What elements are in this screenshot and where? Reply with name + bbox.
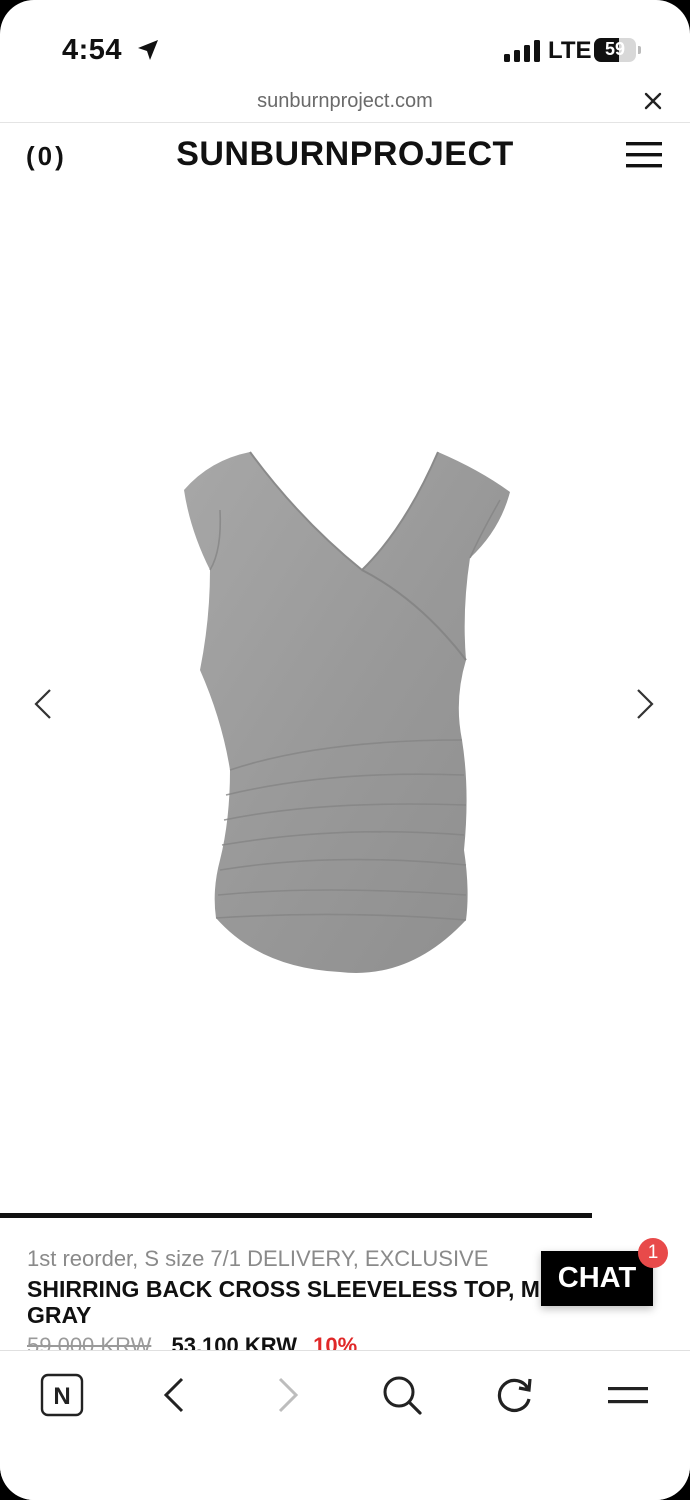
naver-home-icon[interactable]: N — [40, 1373, 84, 1417]
tabs-menu-icon[interactable] — [606, 1373, 650, 1417]
back-icon[interactable] — [152, 1373, 196, 1417]
svg-text:N: N — [53, 1383, 70, 1410]
location-arrow-icon — [138, 40, 158, 60]
carousel-progress-bar — [0, 1213, 592, 1218]
forward-icon[interactable] — [266, 1373, 310, 1417]
url-text[interactable]: sunburnproject.com — [0, 90, 690, 113]
chat-notification-badge: 1 — [638, 1238, 668, 1268]
chevron-left-icon[interactable] — [30, 684, 56, 724]
site-header: (0) SUNBURNPROJECT — [0, 123, 690, 187]
browser-toolbar: N — [0, 1350, 690, 1476]
network-type: LTE — [548, 37, 592, 64]
chevron-right-icon[interactable] — [632, 684, 658, 724]
browser-url-bar[interactable]: sunburnproject.com — [0, 86, 690, 123]
brand-logo[interactable]: SUNBURNPROJECT — [0, 135, 690, 174]
chat-button[interactable]: CHAT — [541, 1251, 653, 1306]
clock: 4:54 — [62, 34, 123, 66]
product-image — [184, 451, 510, 973]
home-indicator-area — [0, 1475, 690, 1500]
status-bar: 4:54 LTE 59 — [0, 0, 690, 90]
refresh-icon[interactable] — [492, 1373, 536, 1417]
hamburger-menu-icon[interactable] — [626, 140, 662, 170]
search-icon[interactable] — [380, 1373, 424, 1417]
product-info: 1st reorder, S size 7/1 DELIVERY, EXCLUS… — [27, 1244, 547, 1328]
battery-level: 59 — [604, 39, 626, 59]
close-icon[interactable] — [640, 88, 666, 114]
signal-bars-icon — [504, 40, 540, 62]
product-title: SHIRRING BACK CROSS SLEEVELESS TOP, M GR… — [27, 1276, 540, 1328]
product-subtitle: 1st reorder, S size 7/1 DELIVERY, EXCLUS… — [27, 1246, 489, 1271]
battery-icon: 59 — [594, 38, 642, 62]
phone-screen: 4:54 LTE 59 sunburnproject.com (0) SUNBU… — [0, 0, 690, 1500]
